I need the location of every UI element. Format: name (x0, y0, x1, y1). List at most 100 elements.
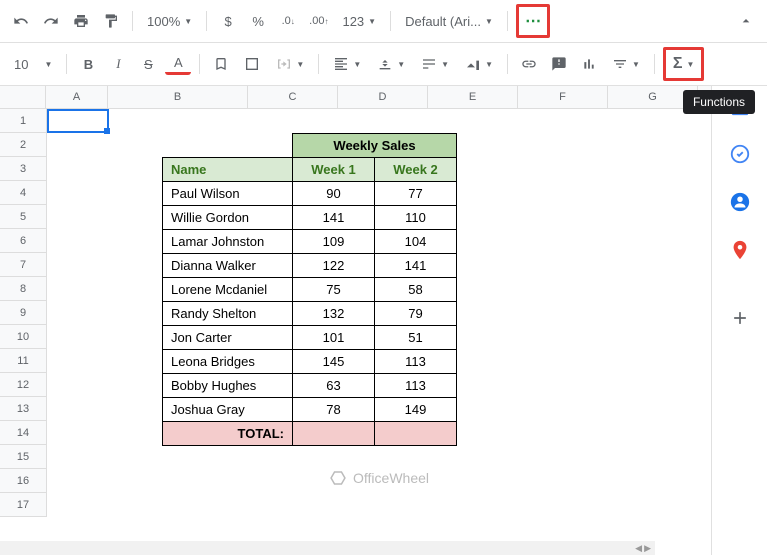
row-15[interactable]: 15 (0, 445, 46, 469)
header-week2[interactable]: Week 2 (375, 158, 457, 182)
separator (132, 11, 133, 31)
undo-button[interactable] (8, 8, 34, 34)
header-week1[interactable]: Week 1 (293, 158, 375, 182)
row-8[interactable]: 8 (0, 277, 46, 301)
row-14[interactable]: 14 (0, 421, 46, 445)
functions-dropdown[interactable]: Σ▼ (667, 51, 701, 77)
row-9[interactable]: 9 (0, 301, 46, 325)
watermark: OfficeWheel (329, 469, 429, 487)
strikethrough-button[interactable]: S (135, 51, 161, 77)
currency-button[interactable]: $ (215, 8, 241, 34)
table-title[interactable]: Weekly Sales (293, 134, 457, 158)
col-C[interactable]: C (248, 86, 338, 108)
col-A[interactable]: A (46, 86, 108, 108)
horizontal-scrollbar[interactable]: ◀ ▶ (0, 541, 655, 555)
separator (507, 54, 508, 74)
separator (318, 54, 319, 74)
maps-icon[interactable] (728, 238, 752, 262)
highlight-more-menu: ⋯ (516, 4, 550, 38)
table-row[interactable]: Joshua Gray78149 (163, 398, 457, 422)
row-4[interactable]: 4 (0, 181, 46, 205)
keep-icon[interactable] (728, 142, 752, 166)
borders-dropdown[interactable] (238, 51, 266, 77)
bold-button[interactable]: B (75, 51, 101, 77)
increase-decimal-button[interactable]: .00↑ (305, 8, 332, 34)
row-12[interactable]: 12 (0, 373, 46, 397)
decrease-decimal-button[interactable]: .0↓ (275, 8, 301, 34)
table-row[interactable]: Jon Carter10151 (163, 326, 457, 350)
percent-button[interactable]: % (245, 8, 271, 34)
row-10[interactable]: 10 (0, 325, 46, 349)
table-row[interactable]: Willie Gordon141110 (163, 206, 457, 230)
side-panel: 31 (711, 86, 767, 555)
format-number-dropdown[interactable]: 123▼ (336, 8, 382, 34)
table-row[interactable]: Lamar Johnston109104 (163, 230, 457, 254)
highlight-functions: Σ▼ (663, 47, 705, 81)
table-row[interactable]: Randy Shelton13279 (163, 302, 457, 326)
row-13[interactable]: 13 (0, 397, 46, 421)
italic-button[interactable]: I (105, 51, 131, 77)
row-3[interactable]: 3 (0, 157, 46, 181)
separator (199, 54, 200, 74)
grid-canvas[interactable]: Weekly Sales NameWeek 1Week 2 Paul Wilso… (47, 109, 711, 517)
column-headers: A B C D E F G (0, 86, 711, 109)
row-1[interactable]: 1 (0, 109, 46, 133)
collapse-toolbar-button[interactable] (733, 8, 759, 34)
valign-dropdown[interactable]: ▼ (371, 51, 411, 77)
link-button[interactable] (516, 51, 542, 77)
comment-button[interactable] (546, 51, 572, 77)
paint-format-button[interactable] (98, 8, 124, 34)
chart-button[interactable] (576, 51, 602, 77)
redo-button[interactable] (38, 8, 64, 34)
halign-dropdown[interactable]: ▼ (327, 51, 367, 77)
row-17[interactable]: 17 (0, 493, 46, 517)
print-button[interactable] (68, 8, 94, 34)
table-row[interactable]: Lorene Mcdaniel7558 (163, 278, 457, 302)
separator (206, 11, 207, 31)
row-11[interactable]: 11 (0, 349, 46, 373)
zoom-dropdown[interactable]: 100%▼ (141, 8, 198, 34)
row-7[interactable]: 7 (0, 253, 46, 277)
filter-dropdown[interactable]: ▼ (606, 51, 646, 77)
cell-selection (47, 109, 109, 133)
separator (390, 11, 391, 31)
row-5[interactable]: 5 (0, 205, 46, 229)
col-B[interactable]: B (108, 86, 248, 108)
functions-tooltip: Functions (683, 90, 755, 114)
scroll-right-icon[interactable]: ▶ (644, 543, 651, 554)
toolbar-formatting: 10▼ B I S A ▼ ▼ ▼ ▼ ▼ ▼ Σ▼ (0, 43, 767, 86)
font-dropdown[interactable]: Default (Ari...▼ (399, 8, 499, 34)
contacts-icon[interactable] (728, 190, 752, 214)
row-headers: 1 2 3 4 5 6 7 8 9 10 11 12 13 14 15 16 1… (0, 109, 47, 517)
header-name[interactable]: Name (163, 158, 293, 182)
spreadsheet[interactable]: A B C D E F G 1 2 3 4 5 6 7 8 9 10 11 12… (0, 86, 711, 555)
rotate-dropdown[interactable]: ▼ (459, 51, 499, 77)
row-2[interactable]: 2 (0, 133, 46, 157)
scroll-left-icon[interactable]: ◀ (635, 543, 642, 554)
data-table: Weekly Sales NameWeek 1Week 2 Paul Wilso… (162, 133, 457, 446)
separator (66, 54, 67, 74)
table-row[interactable]: Dianna Walker122141 (163, 254, 457, 278)
row-6[interactable]: 6 (0, 229, 46, 253)
separator (507, 11, 508, 31)
toolbar-top: 100%▼ $ % .0↓ .00↑ 123▼ Default (Ari...▼… (0, 0, 767, 43)
total-row[interactable]: TOTAL: (163, 422, 457, 446)
table-row[interactable]: Bobby Hughes63113 (163, 374, 457, 398)
table-row[interactable]: Paul Wilson9077 (163, 182, 457, 206)
hexagon-icon (329, 469, 347, 487)
select-all-cell[interactable] (0, 86, 46, 108)
col-F[interactable]: F (518, 86, 608, 108)
col-D[interactable]: D (338, 86, 428, 108)
col-E[interactable]: E (428, 86, 518, 108)
wrap-dropdown[interactable]: ▼ (415, 51, 455, 77)
separator (654, 54, 655, 74)
fill-color-button[interactable] (208, 51, 234, 77)
more-button[interactable]: ⋯ (520, 8, 546, 34)
merge-dropdown[interactable]: ▼ (270, 51, 310, 77)
add-icon[interactable] (728, 306, 752, 330)
row-16[interactable]: 16 (0, 469, 46, 493)
fontsize-dropdown[interactable]: 10▼ (8, 51, 58, 77)
text-color-button[interactable]: A (165, 53, 191, 75)
table-row[interactable]: Leona Bridges145113 (163, 350, 457, 374)
main-area: A B C D E F G 1 2 3 4 5 6 7 8 9 10 11 12… (0, 86, 767, 555)
